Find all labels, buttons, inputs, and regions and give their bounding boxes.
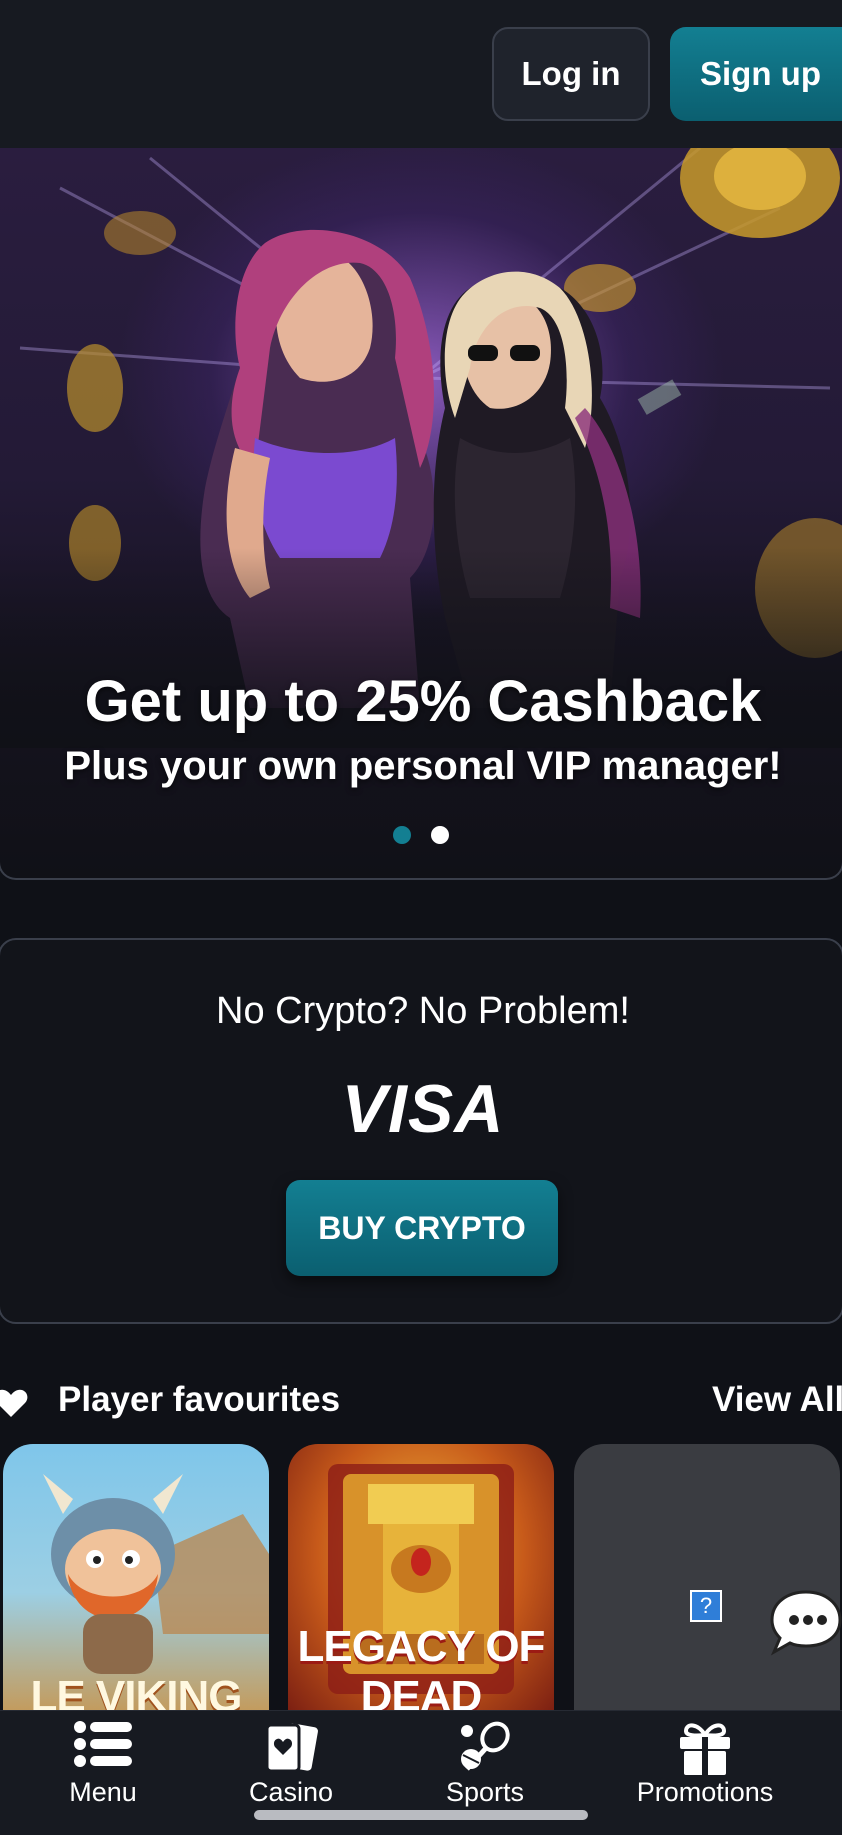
nav-label-promotions: Promotions — [636, 1777, 774, 1807]
gift-icon — [680, 1723, 730, 1775]
menu-list-icon — [74, 1721, 132, 1767]
sports-equipment-icon — [461, 1721, 510, 1771]
game-card-placeholder[interactable]: ? — [574, 1444, 840, 1714]
nav-label-casino: Casino — [248, 1777, 334, 1807]
carousel-dot[interactable] — [431, 826, 449, 844]
broken-image-icon: ? — [690, 1590, 722, 1622]
buy-crypto-heading: No Crypto? No Problem! — [216, 990, 630, 1032]
game-card-le-viking[interactable]: LE VIKING — [3, 1444, 269, 1714]
top-header: Log in Sign up — [0, 0, 842, 148]
nav-label-sports: Sports — [445, 1777, 525, 1807]
live-chat-icon[interactable] — [760, 1580, 842, 1660]
signup-button[interactable]: Sign up — [670, 27, 842, 121]
home-indicator[interactable] — [254, 1810, 588, 1820]
buy-crypto-card: No Crypto? No Problem! VISA BUY CRYPTO — [0, 938, 842, 1324]
view-all-link[interactable]: View All — [712, 1380, 842, 1420]
game-title-le-viking: LE VIKING — [30, 1672, 242, 1714]
nav-item-promotions[interactable]: Promotions — [630, 1711, 780, 1835]
promo-banner[interactable]: Get up to 25% Cashback Plus your own per… — [0, 148, 842, 880]
heart-icon — [0, 1389, 28, 1417]
section-title-favourites: Player favourites — [58, 1380, 341, 1419]
game-card-legacy-of-dead[interactable]: LEGACY OF DEAD — [288, 1444, 554, 1714]
promo-title: Get up to 25% Cashback — [84, 669, 762, 734]
game-title-legacy-of-dead: LEGACY OF DEAD — [297, 1622, 546, 1714]
carousel-dot-active[interactable] — [393, 826, 411, 844]
playing-cards-icon — [265, 1723, 318, 1773]
nav-item-menu[interactable]: Menu — [48, 1711, 158, 1835]
visa-logo: VISA — [341, 1071, 505, 1147]
login-button[interactable]: Log in — [492, 27, 650, 121]
promo-banner-artwork — [0, 148, 842, 748]
nav-label-menu: Menu — [69, 1777, 137, 1807]
buy-crypto-button[interactable]: BUY CRYPTO — [286, 1180, 558, 1276]
promo-subtitle: Plus your own personal VIP manager! — [64, 744, 782, 788]
